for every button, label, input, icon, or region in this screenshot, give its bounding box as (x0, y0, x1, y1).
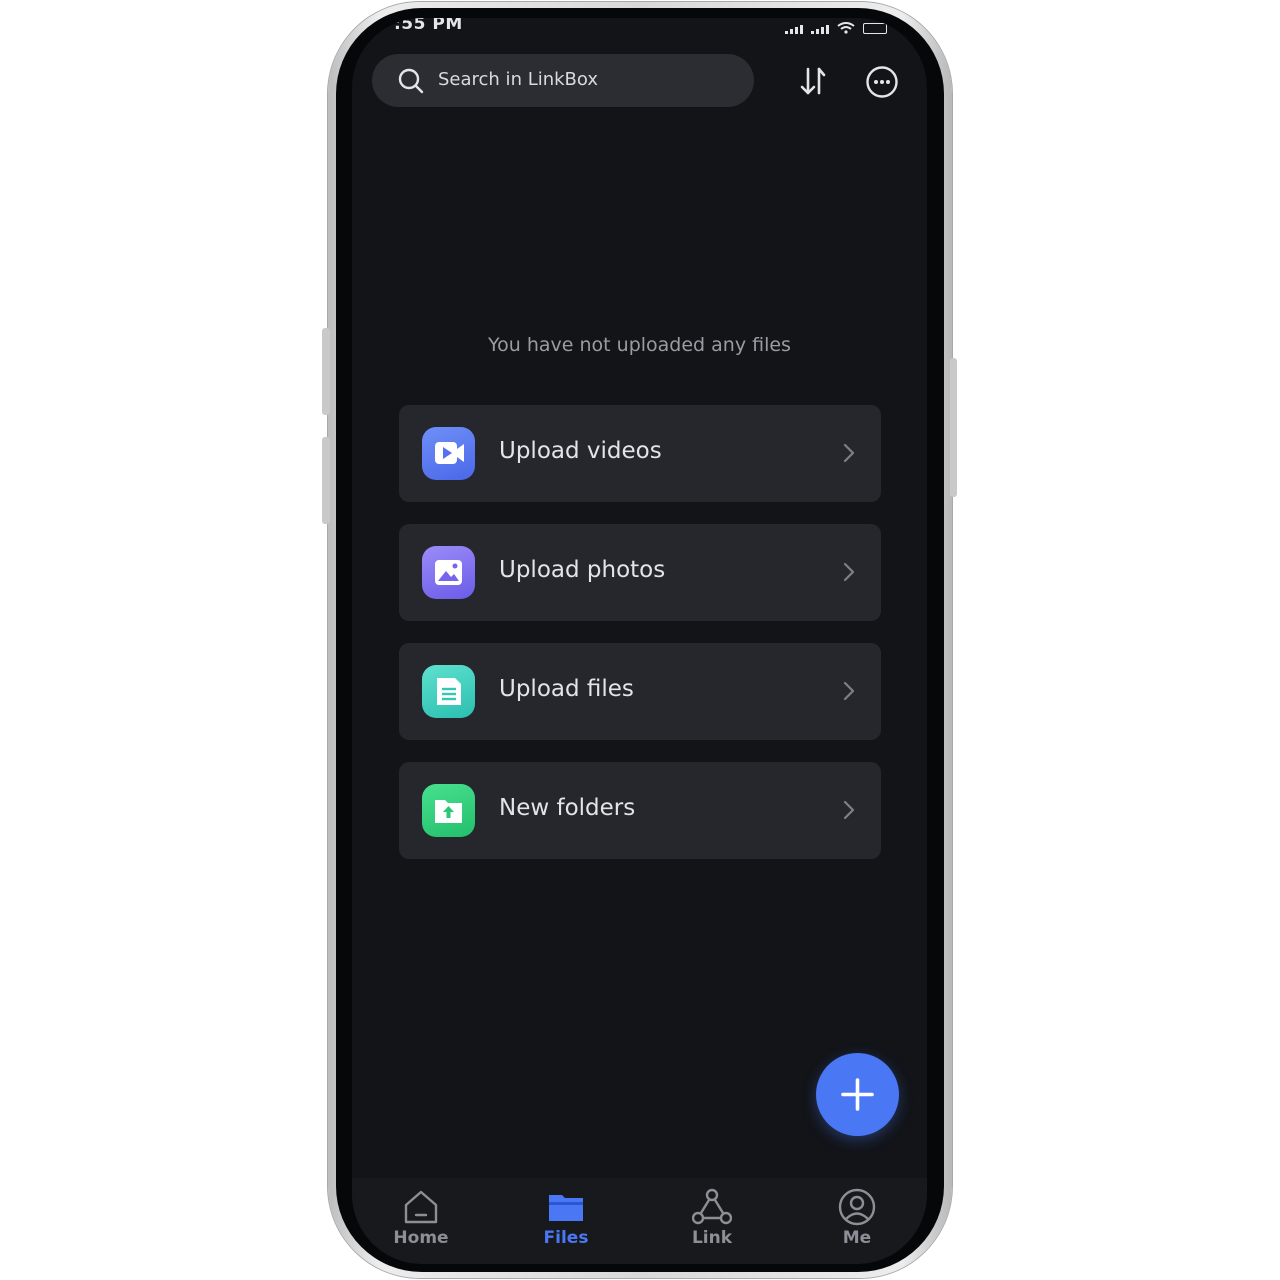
volume-up-button (322, 328, 330, 415)
signal-icon-2 (811, 25, 829, 34)
plus-icon (841, 1078, 874, 1111)
action-label: Upload files (499, 676, 634, 702)
nav-label-files: Files (543, 1228, 589, 1248)
link-nodes-icon (692, 1188, 732, 1225)
new-folders-button[interactable]: New folders (399, 762, 881, 859)
action-label: New folders (499, 795, 636, 821)
add-button[interactable] (816, 1053, 899, 1136)
search-icon (398, 68, 424, 94)
home-icon (404, 1190, 438, 1224)
search-placeholder: Search in LinkBox (438, 69, 599, 90)
nav-label-home: Home (393, 1228, 449, 1248)
empty-state-message: You have not uploaded any files (488, 334, 791, 356)
battery-icon (863, 23, 887, 34)
nav-item-files[interactable]: Files (506, 1188, 626, 1248)
more-options-icon[interactable] (865, 65, 899, 99)
photo-icon (422, 546, 475, 599)
user-icon (838, 1188, 876, 1226)
document-icon (422, 665, 475, 718)
action-label: Upload photos (499, 557, 666, 583)
status-time: :55 PM (394, 18, 463, 34)
nav-item-home[interactable]: Home (361, 1188, 481, 1248)
wifi-icon (837, 22, 855, 34)
chevron-right-icon (843, 800, 855, 820)
status-bar: :55 PM (352, 18, 927, 38)
nav-label-link: Link (691, 1228, 733, 1248)
app-screen: :55 PM Search in LinkBox You have not up… (352, 18, 927, 1264)
sort-arrows-icon[interactable] (798, 66, 828, 96)
chevron-right-icon (843, 562, 855, 582)
upload-files-button[interactable]: Upload files (399, 643, 881, 740)
upload-photos-button[interactable]: Upload photos (399, 524, 881, 621)
power-button (950, 358, 957, 497)
status-icons (785, 22, 887, 34)
volume-down-button (322, 437, 330, 524)
chevron-right-icon (843, 681, 855, 701)
nav-label-me: Me (842, 1228, 872, 1248)
nav-item-me[interactable]: Me (797, 1188, 917, 1248)
search-bar[interactable]: Search in LinkBox (372, 54, 754, 107)
signal-icon (785, 25, 803, 34)
bottom-nav: Home Files Link Me (352, 1178, 927, 1264)
folder-upload-icon (422, 784, 475, 837)
video-icon (422, 427, 475, 480)
folder-icon (549, 1195, 583, 1221)
upload-videos-button[interactable]: Upload videos (399, 405, 881, 502)
chevron-right-icon (843, 443, 855, 463)
nav-item-link[interactable]: Link (652, 1188, 772, 1248)
action-label: Upload videos (499, 438, 662, 464)
